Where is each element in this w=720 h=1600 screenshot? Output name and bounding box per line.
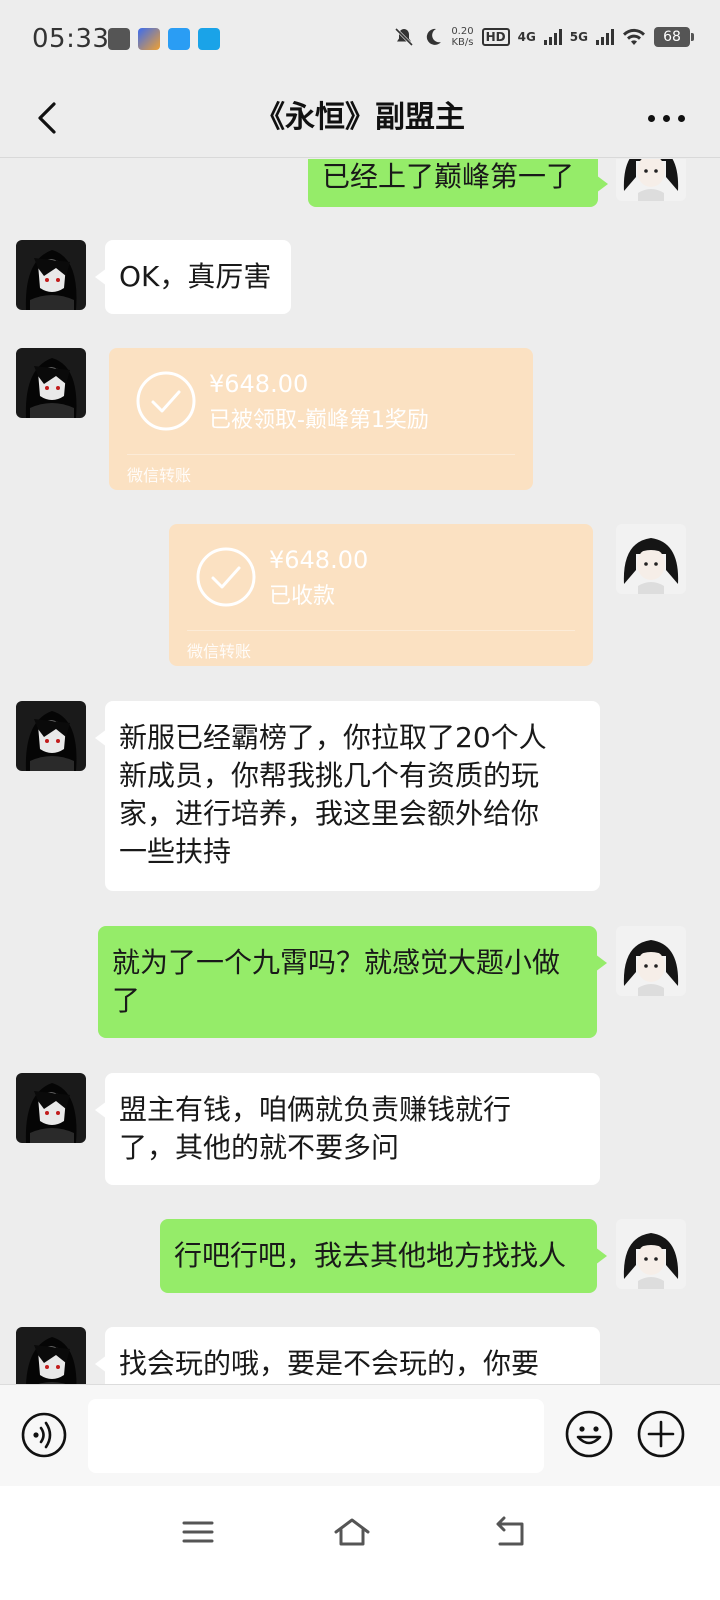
contact-avatar[interactable] xyxy=(16,1073,86,1143)
signal-4g-label: 4G xyxy=(517,30,536,44)
voice-icon xyxy=(21,1412,67,1458)
home-icon xyxy=(334,1518,370,1546)
transfer-card-received[interactable]: ¥648.00 已被领取-巅峰第1奖励 微信转账 xyxy=(109,348,533,490)
chat-title: 《永恒》副盟主 xyxy=(255,100,465,135)
plus-icon xyxy=(637,1410,685,1458)
transfer-status: 已被领取-巅峰第1奖励 xyxy=(209,408,429,433)
my-avatar[interactable] xyxy=(616,1219,686,1289)
chat-message-list[interactable]: 已经上了巅峰第一了 OK，真厉害 ¥648.00 已被领取-巅峰第1奖励 微信转… xyxy=(0,159,720,1409)
message-bubble-sent[interactable]: 就为了一个九霄吗？就感觉大题小做 了 xyxy=(98,926,607,1038)
hd-icon: HD xyxy=(481,28,510,46)
input-bar xyxy=(0,1384,720,1486)
transfer-divider xyxy=(187,630,575,631)
status-app-icons xyxy=(108,28,220,50)
voice-button[interactable] xyxy=(20,1411,68,1459)
status-time: 05:33 xyxy=(32,24,110,54)
signal-5g-icon xyxy=(596,29,614,45)
transfer-label: 微信转账 xyxy=(127,466,192,485)
message-bubble-received[interactable]: 新服已经霸榜了，你拉取了20个人 新成员，你帮我挑几个有资质的玩 家，进行培养，… xyxy=(95,701,600,891)
nav-back-button[interactable] xyxy=(490,1512,530,1552)
transfer-status: 已收款 xyxy=(269,584,336,609)
system-nav-bar xyxy=(0,1486,720,1600)
contact-avatar[interactable] xyxy=(16,348,86,418)
message-bubble-sent[interactable]: 行吧行吧，我去其他地方找找人 xyxy=(160,1219,607,1293)
status-bar: 05:33 0.20 KB/s HD 4G 5G 68 xyxy=(0,0,720,80)
back-icon xyxy=(496,1516,524,1546)
check-circle-icon xyxy=(196,547,256,607)
my-avatar[interactable] xyxy=(616,926,686,996)
message-bubble-received[interactable]: 盟主有钱，咱俩就负责赚钱就行 了，其他的就不要多问 xyxy=(95,1073,600,1185)
message-bubble-sent[interactable]: 已经上了巅峰第一了 xyxy=(308,159,608,207)
app-notification-icon xyxy=(168,28,190,50)
chat-header: 《永恒》副盟主 xyxy=(0,80,720,158)
emoji-icon xyxy=(565,1410,613,1458)
more-button[interactable] xyxy=(648,108,688,128)
menu-icon xyxy=(182,1521,214,1543)
transfer-label: 微信转账 xyxy=(187,642,252,661)
signal-4g-icon xyxy=(543,29,562,45)
message-bubble-received[interactable]: OK，真厉害 xyxy=(95,240,291,314)
app-notification-icon xyxy=(198,28,220,50)
contact-avatar[interactable] xyxy=(16,240,86,310)
check-circle-icon xyxy=(136,371,196,431)
wifi-icon xyxy=(623,28,645,45)
app-notification-icon xyxy=(108,28,130,50)
more-icon xyxy=(648,114,655,122)
moon-icon xyxy=(427,28,442,45)
transfer-card-sent[interactable]: ¥648.00 已收款 微信转账 xyxy=(169,524,593,666)
app-notification-icon xyxy=(138,28,160,50)
notification-off-icon xyxy=(395,27,414,47)
nav-home-button[interactable] xyxy=(332,1512,372,1552)
transfer-amount: ¥648.00 xyxy=(269,546,369,574)
my-avatar[interactable] xyxy=(616,159,686,201)
signal-5g-label: 5G xyxy=(569,30,588,44)
transfer-divider xyxy=(127,454,515,455)
status-indicators: 0.20 KB/s HD 4G 5G 68 xyxy=(393,26,694,48)
network-speed: 0.20 KB/s xyxy=(451,26,474,48)
message-input[interactable] xyxy=(88,1399,544,1473)
emoji-button[interactable] xyxy=(564,1409,614,1459)
nav-menu-button[interactable] xyxy=(178,1512,218,1552)
my-avatar[interactable] xyxy=(616,524,686,594)
contact-avatar[interactable] xyxy=(16,701,86,771)
battery-icon: 68 xyxy=(654,27,694,47)
transfer-amount: ¥648.00 xyxy=(209,370,309,398)
more-functions-button[interactable] xyxy=(636,1409,686,1459)
